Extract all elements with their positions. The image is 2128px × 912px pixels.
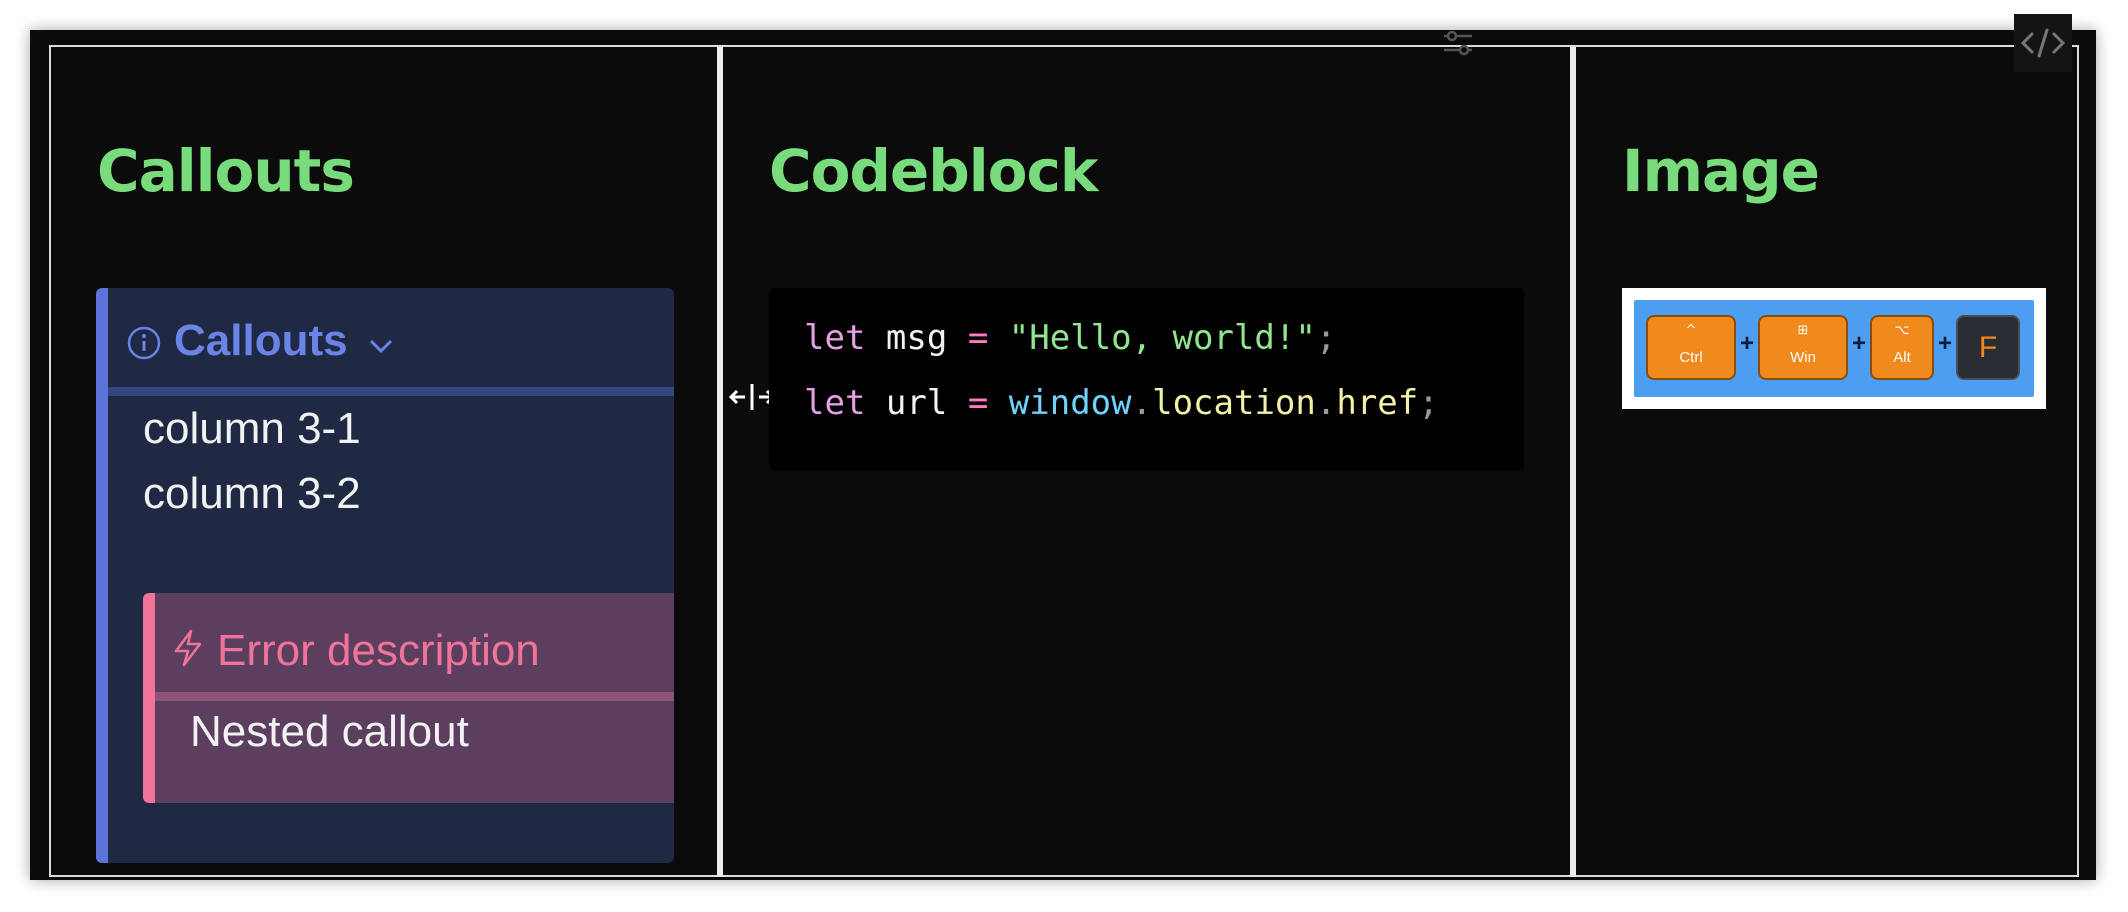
code-token: let	[804, 383, 866, 423]
key-ctrl: ^ Ctrl	[1646, 315, 1736, 380]
code-token: location	[1152, 383, 1316, 423]
callout-header[interactable]: Callouts	[108, 288, 674, 396]
nested-callout-body: Nested callout	[190, 707, 469, 756]
keyboard-shortcut-image[interactable]: ^ Ctrl + ⊞ Win + ⌥ Alt + F	[1622, 288, 2046, 409]
key-win: ⊞ Win	[1758, 315, 1848, 380]
callout-line: column 3-1	[143, 404, 361, 453]
key-separator: +	[1852, 330, 1867, 357]
code-token: ;	[1315, 318, 1337, 358]
column-title: Codeblock	[769, 137, 1098, 205]
callout-line: column 3-2	[143, 469, 361, 518]
nested-callout[interactable]: Error description Nested callout	[143, 593, 674, 803]
code-token: let	[804, 318, 866, 358]
bolt-icon	[174, 629, 202, 667]
column-title: Callouts	[97, 137, 355, 205]
column-codeblock: Codeblock let msg = "Hello, world!"; let…	[723, 47, 1568, 875]
key-label: Win	[1790, 349, 1816, 366]
key-label: F	[1978, 331, 1998, 364]
key-alt: ⌥ Alt	[1870, 315, 1934, 380]
code-token: .	[1131, 383, 1153, 423]
key-separator: +	[1740, 330, 1755, 357]
key-f: F	[1956, 315, 2020, 380]
column-title: Image	[1622, 137, 1820, 205]
code-token: ;	[1418, 383, 1439, 423]
nested-callout-title: Error description	[217, 626, 540, 675]
code-token: href	[1336, 383, 1419, 423]
code-token: msg	[885, 318, 948, 358]
code-token: =	[967, 383, 989, 423]
key-separator: +	[1938, 330, 1953, 357]
image-content: ^ Ctrl + ⊞ Win + ⌥ Alt + F	[1634, 300, 2034, 397]
code-line: let url = window.location.href;	[804, 383, 1439, 423]
code-line: let msg = "Hello, world!";	[804, 318, 1336, 358]
code-block[interactable]: let msg = "Hello, world!"; let url = win…	[769, 288, 1524, 471]
code-token: =	[967, 318, 989, 358]
key-symbol: ⌥	[1894, 323, 1910, 338]
code-token: window	[1008, 383, 1132, 423]
info-icon	[127, 326, 161, 360]
key-symbol: ⊞	[1797, 323, 1809, 338]
code-token: .	[1315, 383, 1337, 423]
nested-callout-header: Error description	[155, 593, 674, 701]
callout-title: Callouts	[174, 316, 348, 365]
key-label: Ctrl	[1679, 349, 1703, 366]
column-image: Image ^ Ctrl + ⊞ Win + ⌥ Alt + F	[1576, 47, 2076, 875]
key-label: Alt	[1893, 349, 1911, 366]
key-symbol: ^	[1685, 323, 1697, 338]
callout[interactable]: Callouts column 3-1 column 3-2 Error des…	[96, 288, 674, 863]
chevron-down-icon[interactable]	[368, 337, 394, 355]
code-token: url	[885, 383, 948, 423]
code-token: "Hello, world!"	[1008, 318, 1316, 358]
document-window: Callouts Callouts column 3-1 column 3-2	[30, 14, 2096, 880]
column-callouts: Callouts Callouts column 3-1 column 3-2	[51, 47, 715, 875]
